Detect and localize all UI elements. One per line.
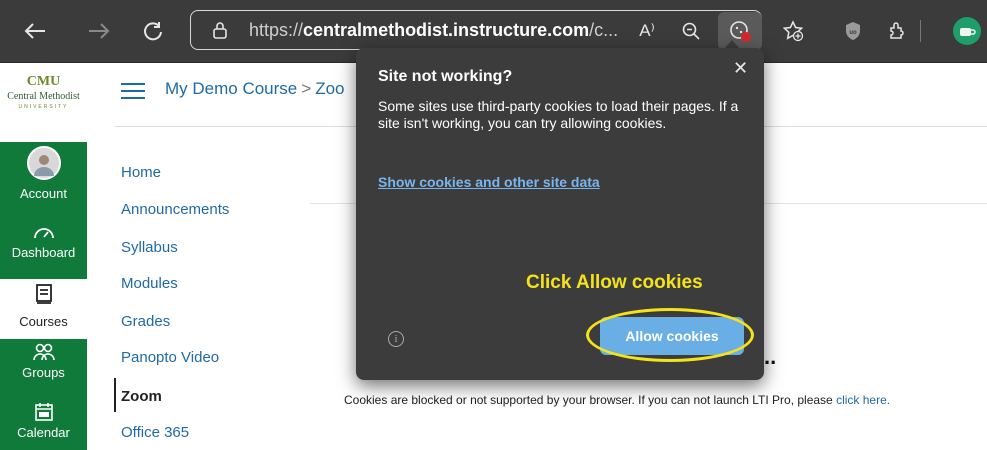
ublock-shield-icon[interactable]: uo — [836, 14, 870, 48]
favorites-add-icon[interactable] — [776, 14, 810, 48]
popup-title: Site not working? — [378, 68, 513, 85]
close-icon[interactable]: ✕ — [733, 58, 748, 79]
university-logo[interactable]: CMU Central Methodist UNIVERSITY — [0, 62, 87, 142]
avatar — [26, 146, 61, 180]
back-icon[interactable] — [18, 14, 52, 48]
global-nav-courses-label: Courses — [19, 314, 68, 329]
calendar-icon — [0, 402, 87, 425]
breadcrumb-page: Zoo — [315, 79, 345, 98]
lock-icon[interactable] — [205, 13, 235, 47]
courses-icon — [0, 283, 87, 308]
global-nav-account[interactable]: Account — [0, 146, 87, 208]
info-icon[interactable]: i — [388, 331, 404, 347]
site-not-working-popup: Site not working? ✕ Some sites use third… — [356, 48, 764, 380]
svg-text:uo: uo — [849, 30, 857, 36]
global-nav-dashboard-label: Dashboard — [11, 245, 76, 260]
highlight-ring — [586, 308, 754, 362]
show-cookies-link[interactable]: Show cookies and other site data — [378, 174, 600, 190]
click-here-link[interactable]: click here. — [836, 393, 890, 407]
global-nav-account-label: Account — [20, 186, 67, 201]
breadcrumb-separator: > — [301, 79, 312, 98]
read-aloud-icon[interactable]: A⁾ — [630, 14, 664, 48]
breadcrumb-course[interactable]: My Demo Course — [165, 79, 297, 98]
global-nav-courses[interactable]: Courses — [0, 279, 87, 339]
course-nav-zoom[interactable]: Zoom — [121, 388, 162, 405]
global-nav-calendar-label: Calendar — [17, 425, 70, 440]
course-nav-announcements[interactable]: Announcements — [121, 201, 229, 218]
refresh-icon[interactable] — [136, 14, 170, 48]
click-allow-cookies-annotation: Click Allow cookies — [526, 272, 703, 293]
toolbar-separator — [920, 20, 921, 42]
groups-icon — [0, 342, 87, 365]
extensions-icon[interactable] — [880, 14, 914, 48]
global-nav-groups-label: Groups — [22, 365, 65, 380]
global-nav-calendar[interactable]: Calendar — [0, 402, 87, 450]
url-text: https://centralmethodist.instructure.com… — [249, 20, 619, 40]
cookies-blocked-message: Cookies are blocked or not supported by … — [344, 393, 890, 407]
course-nav-modules[interactable]: Modules — [121, 275, 178, 292]
course-nav-syllabus[interactable]: Syllabus — [121, 239, 178, 256]
course-nav-office-365[interactable]: Office 365 — [121, 424, 189, 441]
cookies-blocked-text: Cookies are blocked or not supported by … — [344, 393, 833, 407]
dashboard-icon — [0, 222, 87, 245]
content-heading-fragment: .. — [764, 344, 777, 369]
course-nav-home[interactable]: Home — [121, 164, 161, 181]
logo-mark: CMU — [26, 74, 61, 89]
hamburger-menu-icon[interactable] — [121, 83, 145, 104]
breadcrumb: My Demo Course > Zoo — [165, 79, 345, 99]
course-nav-grades[interactable]: Grades — [121, 313, 170, 330]
logo-name: Central Methodist — [7, 91, 80, 102]
active-nav-indicator — [114, 378, 116, 412]
global-nav-dashboard[interactable]: Dashboard — [0, 222, 87, 272]
course-nav-panopto-video[interactable]: Panopto Video — [121, 349, 219, 366]
popup-body: Some sites use third-party cookies to lo… — [378, 98, 739, 131]
forward-icon[interactable] — [82, 14, 116, 48]
logo-sub: UNIVERSITY — [18, 104, 69, 110]
global-nav-groups[interactable]: Groups — [0, 342, 87, 392]
zoom-icon[interactable] — [674, 14, 708, 48]
profile-avatar-icon[interactable] — [950, 14, 984, 48]
